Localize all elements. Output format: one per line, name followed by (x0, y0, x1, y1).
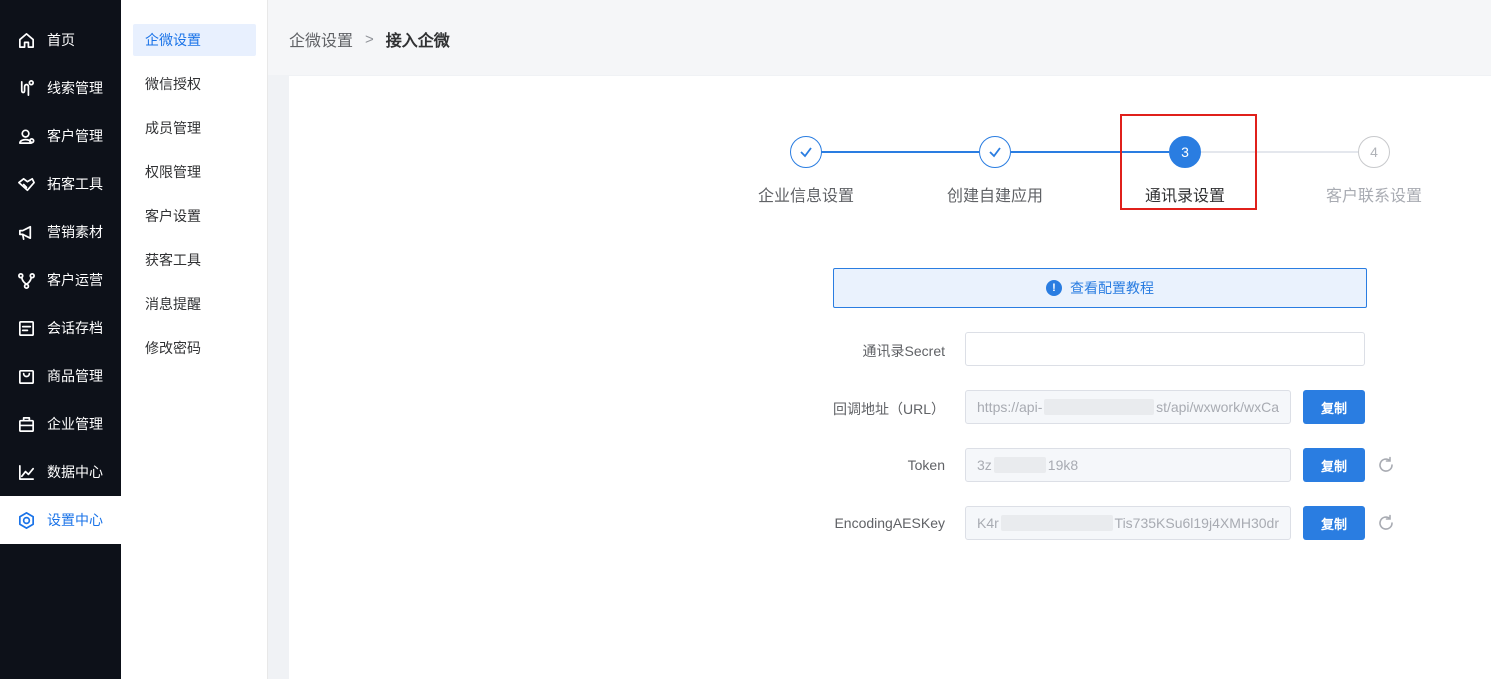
aeskey-value-start: K4r (977, 515, 999, 531)
submenu-item-message-reminder[interactable]: 消息提醒 (133, 288, 256, 320)
nav-item-label: 设置中心 (47, 512, 103, 528)
secret-label: 通讯录Secret (862, 343, 945, 359)
current-step-highlight (1120, 114, 1257, 210)
step-4-label: 客户联系设置 (1325, 188, 1422, 205)
home-icon (16, 30, 36, 50)
nav-item-marketing-materials[interactable]: 营销素材 (0, 208, 121, 256)
info-circle-icon: ! (1046, 280, 1062, 296)
callback-url-label: 回调地址（URL） (832, 401, 945, 417)
nav-item-label: 数据中心 (47, 464, 103, 480)
nav-item-acquisition-tools[interactable]: 拓客工具 (0, 160, 121, 208)
token-value-start: 3z (977, 457, 992, 473)
nav-item-settings-center[interactable]: 设置中心 (0, 496, 121, 544)
nav-item-label: 会话存档 (47, 320, 103, 336)
nav-item-chat-archive[interactable]: 会话存档 (0, 304, 121, 352)
nav-item-label: 企业管理 (47, 416, 103, 432)
token-label: Token (907, 457, 945, 473)
chat-archive-icon (16, 318, 36, 338)
callback-url-input[interactable]: https://api- st/api/wxwork/wxCa (965, 390, 1291, 424)
aeskey-input[interactable]: K4r Tis735KSu6l19j4XMH30dr (965, 506, 1291, 540)
nav-item-leads[interactable]: 线索管理 (0, 64, 121, 112)
briefcase-icon (16, 414, 36, 434)
top-bar: 企微设置 > 接入企微 (268, 0, 1491, 75)
refresh-aeskey-icon[interactable] (1377, 514, 1395, 532)
token-input[interactable]: 3z 19k8 (965, 448, 1291, 482)
submenu-item-wechat-auth[interactable]: 微信授权 (133, 68, 256, 100)
nav-item-home[interactable]: 首页 (0, 16, 121, 64)
submenu-item-customer-settings[interactable]: 客户设置 (133, 200, 256, 232)
settings-gear-icon (16, 510, 36, 530)
submenu-item-wecom-settings[interactable]: 企微设置 (133, 24, 256, 56)
redacted-blur (1000, 515, 1113, 531)
callback-url-value-end: st/api/wxwork/wxCa (1156, 399, 1279, 415)
customers-icon (16, 126, 36, 146)
step-4-circle: 4 (1358, 136, 1390, 168)
refresh-token-icon[interactable] (1377, 456, 1395, 474)
token-value-end: 19k8 (1047, 457, 1079, 473)
leads-icon (16, 78, 36, 98)
content-card (289, 76, 1491, 679)
nav-item-label: 客户管理 (47, 128, 103, 144)
line-chart-icon (16, 462, 36, 482)
submenu-item-member-management[interactable]: 成员管理 (133, 112, 256, 144)
config-tutorial-text: 查看配置教程 (1070, 280, 1154, 296)
submenu-item-acquisition-tools[interactable]: 获客工具 (133, 244, 256, 276)
handshake-icon (16, 174, 36, 194)
checkmark-icon (800, 147, 812, 158)
settings-submenu: 企微设置 微信授权 成员管理 权限管理 客户设置 获客工具 消息提醒 修改密码 (121, 0, 268, 679)
step-2-label: 创建自建应用 (946, 188, 1043, 205)
nav-item-label: 拓客工具 (47, 176, 103, 192)
submenu-item-permission-management[interactable]: 权限管理 (133, 156, 256, 188)
nav-item-customer-operations[interactable]: 客户运营 (0, 256, 121, 304)
nav-item-data-center[interactable]: 数据中心 (0, 448, 121, 496)
nav-item-label: 客户运营 (47, 272, 103, 288)
breadcrumb-current: 接入企微 (385, 33, 450, 50)
checkmark-icon (989, 147, 1001, 158)
breadcrumb-parent[interactable]: 企微设置 (289, 27, 353, 51)
megaphone-icon (16, 222, 36, 242)
redacted-blur (1044, 399, 1155, 415)
aeskey-label: EncodingAESKey (834, 515, 945, 531)
step-connector-1 (821, 151, 979, 153)
copy-token-button[interactable]: 复制 (1303, 448, 1365, 482)
step-1-label: 企业信息设置 (757, 188, 854, 205)
shopping-bag-icon (16, 366, 36, 386)
nav-item-label: 营销素材 (47, 224, 103, 240)
nav-item-label: 线索管理 (47, 80, 103, 96)
aeskey-value-end: Tis735KSu6l19j4XMH30dr (1114, 515, 1279, 531)
operations-icon (16, 270, 36, 290)
nav-item-label: 商品管理 (47, 368, 103, 384)
submenu-item-change-password[interactable]: 修改密码 (133, 332, 256, 364)
breadcrumb-separator-icon: > (365, 30, 374, 48)
copy-aeskey-button[interactable]: 复制 (1303, 506, 1365, 540)
nav-item-label: 首页 (47, 32, 75, 48)
nav-item-customers[interactable]: 客户管理 (0, 112, 121, 160)
step-1-circle (790, 136, 822, 168)
callback-url-value-start: https://api- (977, 399, 1043, 415)
nav-item-enterprise-management[interactable]: 企业管理 (0, 400, 121, 448)
step-2-circle (979, 136, 1011, 168)
secret-input[interactable] (965, 332, 1365, 366)
config-tutorial-link[interactable]: ! 查看配置教程 (833, 268, 1367, 308)
redacted-blur (993, 457, 1046, 473)
nav-item-product-management[interactable]: 商品管理 (0, 352, 121, 400)
breadcrumb: 企微设置 > 接入企微 (289, 27, 450, 51)
copy-url-button[interactable]: 复制 (1303, 390, 1365, 424)
main-nav: 首页 线索管理 客户管理 拓客工具 营销素材 客户运营 会话存档 商品管理 企业… (0, 0, 121, 679)
